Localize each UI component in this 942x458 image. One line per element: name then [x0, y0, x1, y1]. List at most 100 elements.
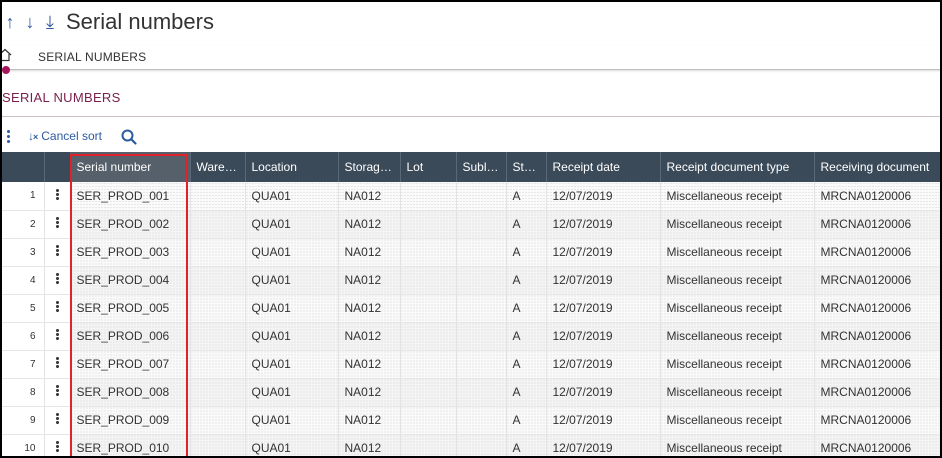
cell-receipt-date[interactable]: 12/07/2019 [546, 182, 661, 211]
row-actions-button[interactable] [44, 406, 71, 435]
cell-storage[interactable]: NA012 [338, 266, 401, 295]
column-header-lot[interactable]: Lot [400, 152, 457, 182]
table-row[interactable]: 8 SER_PROD_008 QUA01 NA012 A 12/07/2019 … [2, 378, 940, 407]
cell-receiving-document[interactable]: MRCNA0120006 [814, 182, 940, 211]
cell-location[interactable]: QUA01 [245, 182, 339, 211]
cell-lot[interactable] [400, 350, 457, 379]
cell-receiving-document[interactable]: MRCNA0120006 [814, 378, 940, 407]
column-header-location[interactable]: Location [245, 152, 339, 182]
last-record-button[interactable]: ⤓ [42, 11, 58, 33]
cell-receipt-date[interactable]: 12/07/2019 [546, 378, 661, 407]
table-row[interactable]: 7 SER_PROD_007 QUA01 NA012 A 12/07/2019 … [2, 350, 940, 379]
cell-lot[interactable] [400, 378, 457, 407]
cell-sublot[interactable] [456, 378, 507, 407]
cell-receipt-document-type[interactable]: Miscellaneous receipt [660, 434, 815, 456]
cell-warehouse[interactable] [190, 406, 246, 435]
table-row[interactable]: 3 SER_PROD_003 QUA01 NA012 A 12/07/2019 … [2, 238, 940, 267]
cell-serial-number[interactable]: SER_PROD_001 [70, 182, 191, 211]
cell-serial-number[interactable]: SER_PROD_004 [70, 266, 191, 295]
column-header-receiving-document[interactable]: Receiving document [814, 152, 940, 182]
cell-sublot[interactable] [456, 266, 507, 295]
cell-warehouse[interactable] [190, 238, 246, 267]
cell-storage[interactable]: NA012 [338, 294, 401, 323]
cell-receiving-document[interactable]: MRCNA0120006 [814, 322, 940, 351]
cell-serial-number[interactable]: SER_PROD_009 [70, 406, 191, 435]
cell-receipt-document-type[interactable]: Miscellaneous receipt [660, 294, 815, 323]
table-row[interactable]: 4 SER_PROD_004 QUA01 NA012 A 12/07/2019 … [2, 266, 940, 295]
row-actions-button[interactable] [44, 238, 71, 267]
cell-sublot[interactable] [456, 182, 507, 211]
table-row[interactable]: 2 SER_PROD_002 QUA01 NA012 A 12/07/2019 … [2, 210, 940, 239]
cell-warehouse[interactable] [190, 210, 246, 239]
cell-receipt-date[interactable]: 12/07/2019 [546, 434, 661, 456]
cell-storage[interactable]: NA012 [338, 406, 401, 435]
cell-receipt-date[interactable]: 12/07/2019 [546, 406, 661, 435]
column-header-status[interactable]: St… [506, 152, 547, 182]
cell-lot[interactable] [400, 238, 457, 267]
cell-location[interactable]: QUA01 [245, 266, 339, 295]
row-actions-button[interactable] [44, 266, 71, 295]
cell-lot[interactable] [400, 406, 457, 435]
cell-sublot[interactable] [456, 406, 507, 435]
cell-status[interactable]: A [506, 266, 547, 295]
cell-receipt-document-type[interactable]: Miscellaneous receipt [660, 350, 815, 379]
table-row[interactable]: 5 SER_PROD_005 QUA01 NA012 A 12/07/2019 … [2, 294, 940, 323]
cell-receipt-document-type[interactable]: Miscellaneous receipt [660, 406, 815, 435]
column-header-receipt-document-type[interactable]: Receipt document type [660, 152, 815, 182]
cell-receipt-date[interactable]: 12/07/2019 [546, 294, 661, 323]
row-actions-button[interactable] [44, 182, 71, 211]
cell-lot[interactable] [400, 294, 457, 323]
row-actions-button[interactable] [44, 294, 71, 323]
cell-status[interactable]: A [506, 350, 547, 379]
cell-receipt-document-type[interactable]: Miscellaneous receipt [660, 238, 815, 267]
cell-storage[interactable]: NA012 [338, 322, 401, 351]
cell-location[interactable]: QUA01 [245, 406, 339, 435]
cell-receipt-document-type[interactable]: Miscellaneous receipt [660, 210, 815, 239]
cancel-sort-button[interactable]: ↓× Cancel sort [28, 129, 102, 143]
table-row[interactable]: 6 SER_PROD_006 QUA01 NA012 A 12/07/2019 … [2, 322, 940, 351]
cell-serial-number[interactable]: SER_PROD_005 [70, 294, 191, 323]
row-actions-button[interactable] [44, 350, 71, 379]
cell-receipt-date[interactable]: 12/07/2019 [546, 238, 661, 267]
cell-receiving-document[interactable]: MRCNA0120006 [814, 266, 940, 295]
more-options-icon[interactable] [7, 130, 11, 144]
cell-storage[interactable]: NA012 [338, 350, 401, 379]
table-row[interactable]: 1 SER_PROD_001 QUA01 NA012 A 12/07/2019 … [2, 182, 940, 211]
cell-status[interactable]: A [506, 182, 547, 211]
cell-status[interactable]: A [506, 210, 547, 239]
table-row[interactable]: 9 SER_PROD_009 QUA01 NA012 A 12/07/2019 … [2, 406, 940, 435]
cell-storage[interactable]: NA012 [338, 238, 401, 267]
cell-warehouse[interactable] [190, 182, 246, 211]
cell-serial-number[interactable]: SER_PROD_006 [70, 322, 191, 351]
cell-lot[interactable] [400, 434, 457, 456]
cell-serial-number[interactable]: SER_PROD_008 [70, 378, 191, 407]
search-icon[interactable] [120, 128, 138, 146]
cell-sublot[interactable] [456, 322, 507, 351]
cell-receipt-document-type[interactable]: Miscellaneous receipt [660, 378, 815, 407]
cell-storage[interactable]: NA012 [338, 210, 401, 239]
cell-receipt-date[interactable]: 12/07/2019 [546, 266, 661, 295]
cell-status[interactable]: A [506, 238, 547, 267]
cell-location[interactable]: QUA01 [245, 294, 339, 323]
column-header-storage[interactable]: Storag… [338, 152, 401, 182]
cell-status[interactable]: A [506, 406, 547, 435]
column-header-warehouse[interactable]: Ware…↑ [190, 152, 246, 182]
cell-receipt-document-type[interactable]: Miscellaneous receipt [660, 322, 815, 351]
cell-location[interactable]: QUA01 [245, 238, 339, 267]
cell-serial-number[interactable]: SER_PROD_010 [70, 434, 191, 456]
cell-receipt-date[interactable]: 12/07/2019 [546, 350, 661, 379]
cell-serial-number[interactable]: SER_PROD_002 [70, 210, 191, 239]
next-record-button[interactable]: ↓ [22, 11, 38, 33]
cell-receiving-document[interactable]: MRCNA0120006 [814, 294, 940, 323]
cell-warehouse[interactable] [190, 266, 246, 295]
table-row[interactable]: 10 SER_PROD_010 QUA01 NA012 A 12/07/2019… [2, 434, 940, 456]
cell-warehouse[interactable] [190, 294, 246, 323]
cell-warehouse[interactable] [190, 378, 246, 407]
cell-location[interactable]: QUA01 [245, 210, 339, 239]
cell-receipt-date[interactable]: 12/07/2019 [546, 210, 661, 239]
cell-warehouse[interactable] [190, 350, 246, 379]
column-header-receipt-date[interactable]: Receipt date [546, 152, 661, 182]
cell-lot[interactable] [400, 182, 457, 211]
cell-receiving-document[interactable]: MRCNA0120006 [814, 434, 940, 456]
row-actions-button[interactable] [44, 434, 71, 456]
